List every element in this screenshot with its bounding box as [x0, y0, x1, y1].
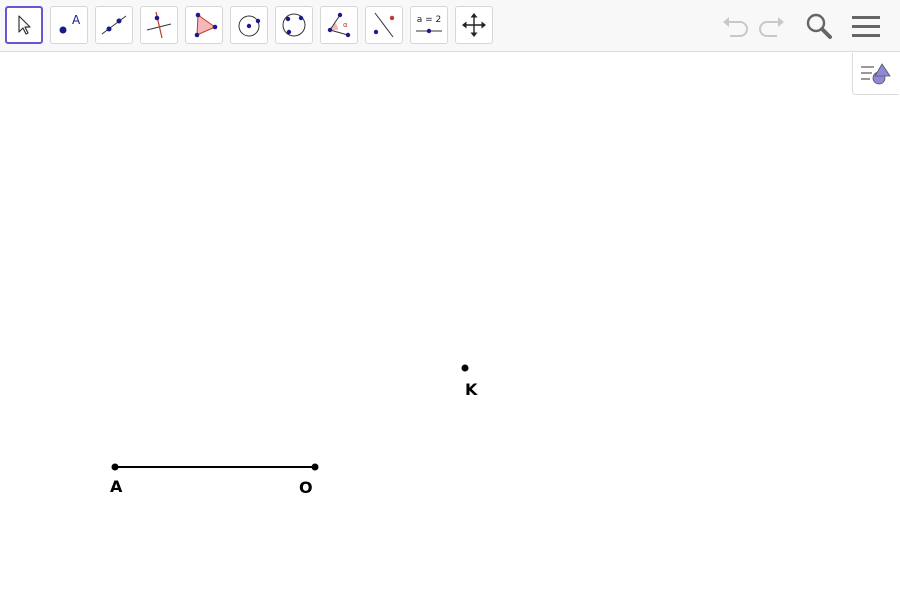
search-icon	[806, 13, 832, 39]
point-icon: A	[59, 13, 81, 34]
line-tool-button[interactable]	[95, 6, 133, 44]
line-through-points-icon	[101, 15, 127, 35]
graphics-canvas[interactable]: A O K	[0, 53, 900, 600]
angle-tool-glyph: α	[343, 21, 348, 29]
slider-tool-button[interactable]: a = 2	[410, 6, 448, 44]
perpendicular-line-tool-button[interactable]	[140, 6, 178, 44]
point-label-K: K	[465, 380, 478, 399]
toolbar: A α a = 2	[0, 0, 900, 52]
hamburger-menu-icon	[852, 16, 880, 37]
move-graphics-view-icon	[462, 13, 486, 37]
redo-button[interactable]	[754, 8, 790, 44]
polygon-icon	[194, 12, 218, 38]
circle-three-points-tool-button[interactable]	[275, 6, 313, 44]
point-A[interactable]	[111, 463, 119, 471]
move-tool-button[interactable]	[5, 6, 43, 44]
angle-icon: α	[327, 12, 351, 38]
angle-tool-button[interactable]: α	[320, 6, 358, 44]
point-tool-button[interactable]: A	[50, 6, 88, 44]
graphics-view[interactable]: A O K	[0, 53, 900, 600]
slider-icon: a = 2	[416, 15, 442, 34]
point-label-A: A	[110, 477, 123, 496]
point-tool-glyph: A	[72, 13, 81, 27]
perpendicular-line-icon	[146, 11, 172, 39]
point-K[interactable]	[461, 364, 469, 372]
move-graphics-tool-button[interactable]	[455, 6, 493, 44]
reflect-tool-button[interactable]	[365, 6, 403, 44]
polygon-tool-button[interactable]	[185, 6, 223, 44]
undo-button[interactable]	[717, 8, 753, 44]
reflect-about-line-icon	[373, 12, 395, 38]
point-label-O: O	[299, 478, 313, 497]
point-O[interactable]	[311, 463, 319, 471]
redo-icon	[759, 17, 784, 37]
circle-three-points-icon	[282, 13, 306, 37]
circle-center-point-icon	[238, 15, 261, 37]
circle-tool-button[interactable]	[230, 6, 268, 44]
arrow-cursor-icon	[18, 15, 31, 35]
search-button[interactable]	[801, 8, 837, 44]
undo-icon	[723, 17, 748, 37]
menu-button[interactable]	[848, 8, 884, 44]
slider-tool-glyph: a = 2	[417, 15, 442, 25]
